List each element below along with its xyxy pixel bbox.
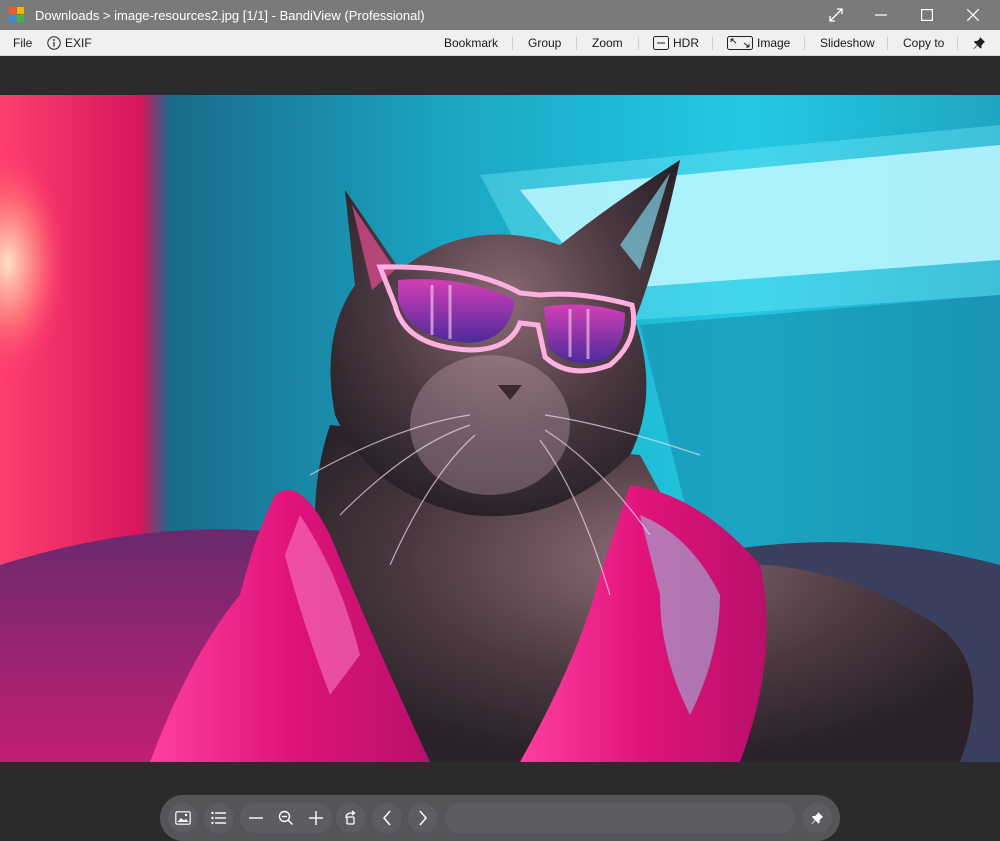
image-viewer-area[interactable]: [0, 56, 1000, 841]
displayed-photo: [0, 95, 1000, 762]
info-icon: [47, 36, 61, 50]
list-icon: [211, 811, 226, 825]
previous-icon: [383, 810, 391, 826]
pin-icon: [811, 812, 823, 824]
fullscreen-button[interactable]: [813, 0, 859, 30]
rotate-icon: [345, 810, 356, 825]
zoom-reset-button[interactable]: [271, 803, 301, 833]
next-image-button[interactable]: [408, 803, 438, 833]
menu-divider: [712, 37, 713, 50]
menu-zoom[interactable]: Zoom: [592, 30, 623, 56]
image-position-slider[interactable]: [445, 803, 795, 833]
menu-divider: [887, 37, 888, 50]
menu-group[interactable]: Group: [528, 30, 561, 56]
previous-image-button[interactable]: [372, 803, 402, 833]
menu-bookmark[interactable]: Bookmark: [444, 30, 498, 56]
pin-icon: [973, 37, 985, 49]
menu-divider: [512, 37, 513, 50]
bandiview-logo-icon: [9, 7, 24, 22]
close-icon: [967, 9, 979, 21]
zoom-in-icon: [309, 811, 323, 825]
pin-toolbar-button[interactable]: [802, 803, 832, 833]
maximize-icon: [921, 9, 933, 21]
close-button[interactable]: [950, 0, 996, 30]
menu-slideshow[interactable]: Slideshow: [820, 30, 875, 56]
menu-bar: File EXIF Bookmark Group Zoom HDR Image: [0, 30, 1000, 56]
image-fit-icon: [727, 36, 753, 50]
next-icon: [419, 810, 427, 826]
maximize-button[interactable]: [904, 0, 950, 30]
menu-exif[interactable]: EXIF: [47, 30, 92, 56]
menu-hdr[interactable]: HDR: [653, 30, 699, 56]
thumbnail-view-button[interactable]: [168, 803, 198, 833]
bottom-toolbar: [160, 795, 840, 841]
menu-divider: [576, 37, 577, 50]
file-list-button[interactable]: [204, 803, 234, 833]
menu-divider: [638, 37, 639, 50]
image-icon: [175, 811, 191, 825]
menu-divider: [804, 37, 805, 50]
zoom-out-button[interactable]: [241, 803, 271, 833]
window-title: Downloads > image-resources2.jpg [1/1] -…: [35, 8, 425, 23]
hdr-icon: [653, 36, 669, 50]
menu-file[interactable]: File: [13, 30, 32, 56]
title-bar: Downloads > image-resources2.jpg [1/1] -…: [0, 0, 1000, 30]
zoom-controls: [240, 803, 332, 833]
menu-divider: [957, 37, 958, 50]
menu-pin-button[interactable]: [972, 30, 990, 56]
menu-copy-to[interactable]: Copy to: [903, 30, 944, 56]
zoom-reset-icon: [278, 810, 293, 825]
zoom-in-button[interactable]: [301, 803, 331, 833]
menu-image[interactable]: Image: [727, 30, 790, 56]
expand-icon: [829, 8, 843, 22]
cat-photo-image: [0, 95, 1000, 762]
rotate-button[interactable]: [336, 803, 366, 833]
minimize-button[interactable]: [858, 0, 904, 30]
zoom-out-icon: [249, 817, 263, 819]
minimize-icon: [875, 14, 887, 16]
